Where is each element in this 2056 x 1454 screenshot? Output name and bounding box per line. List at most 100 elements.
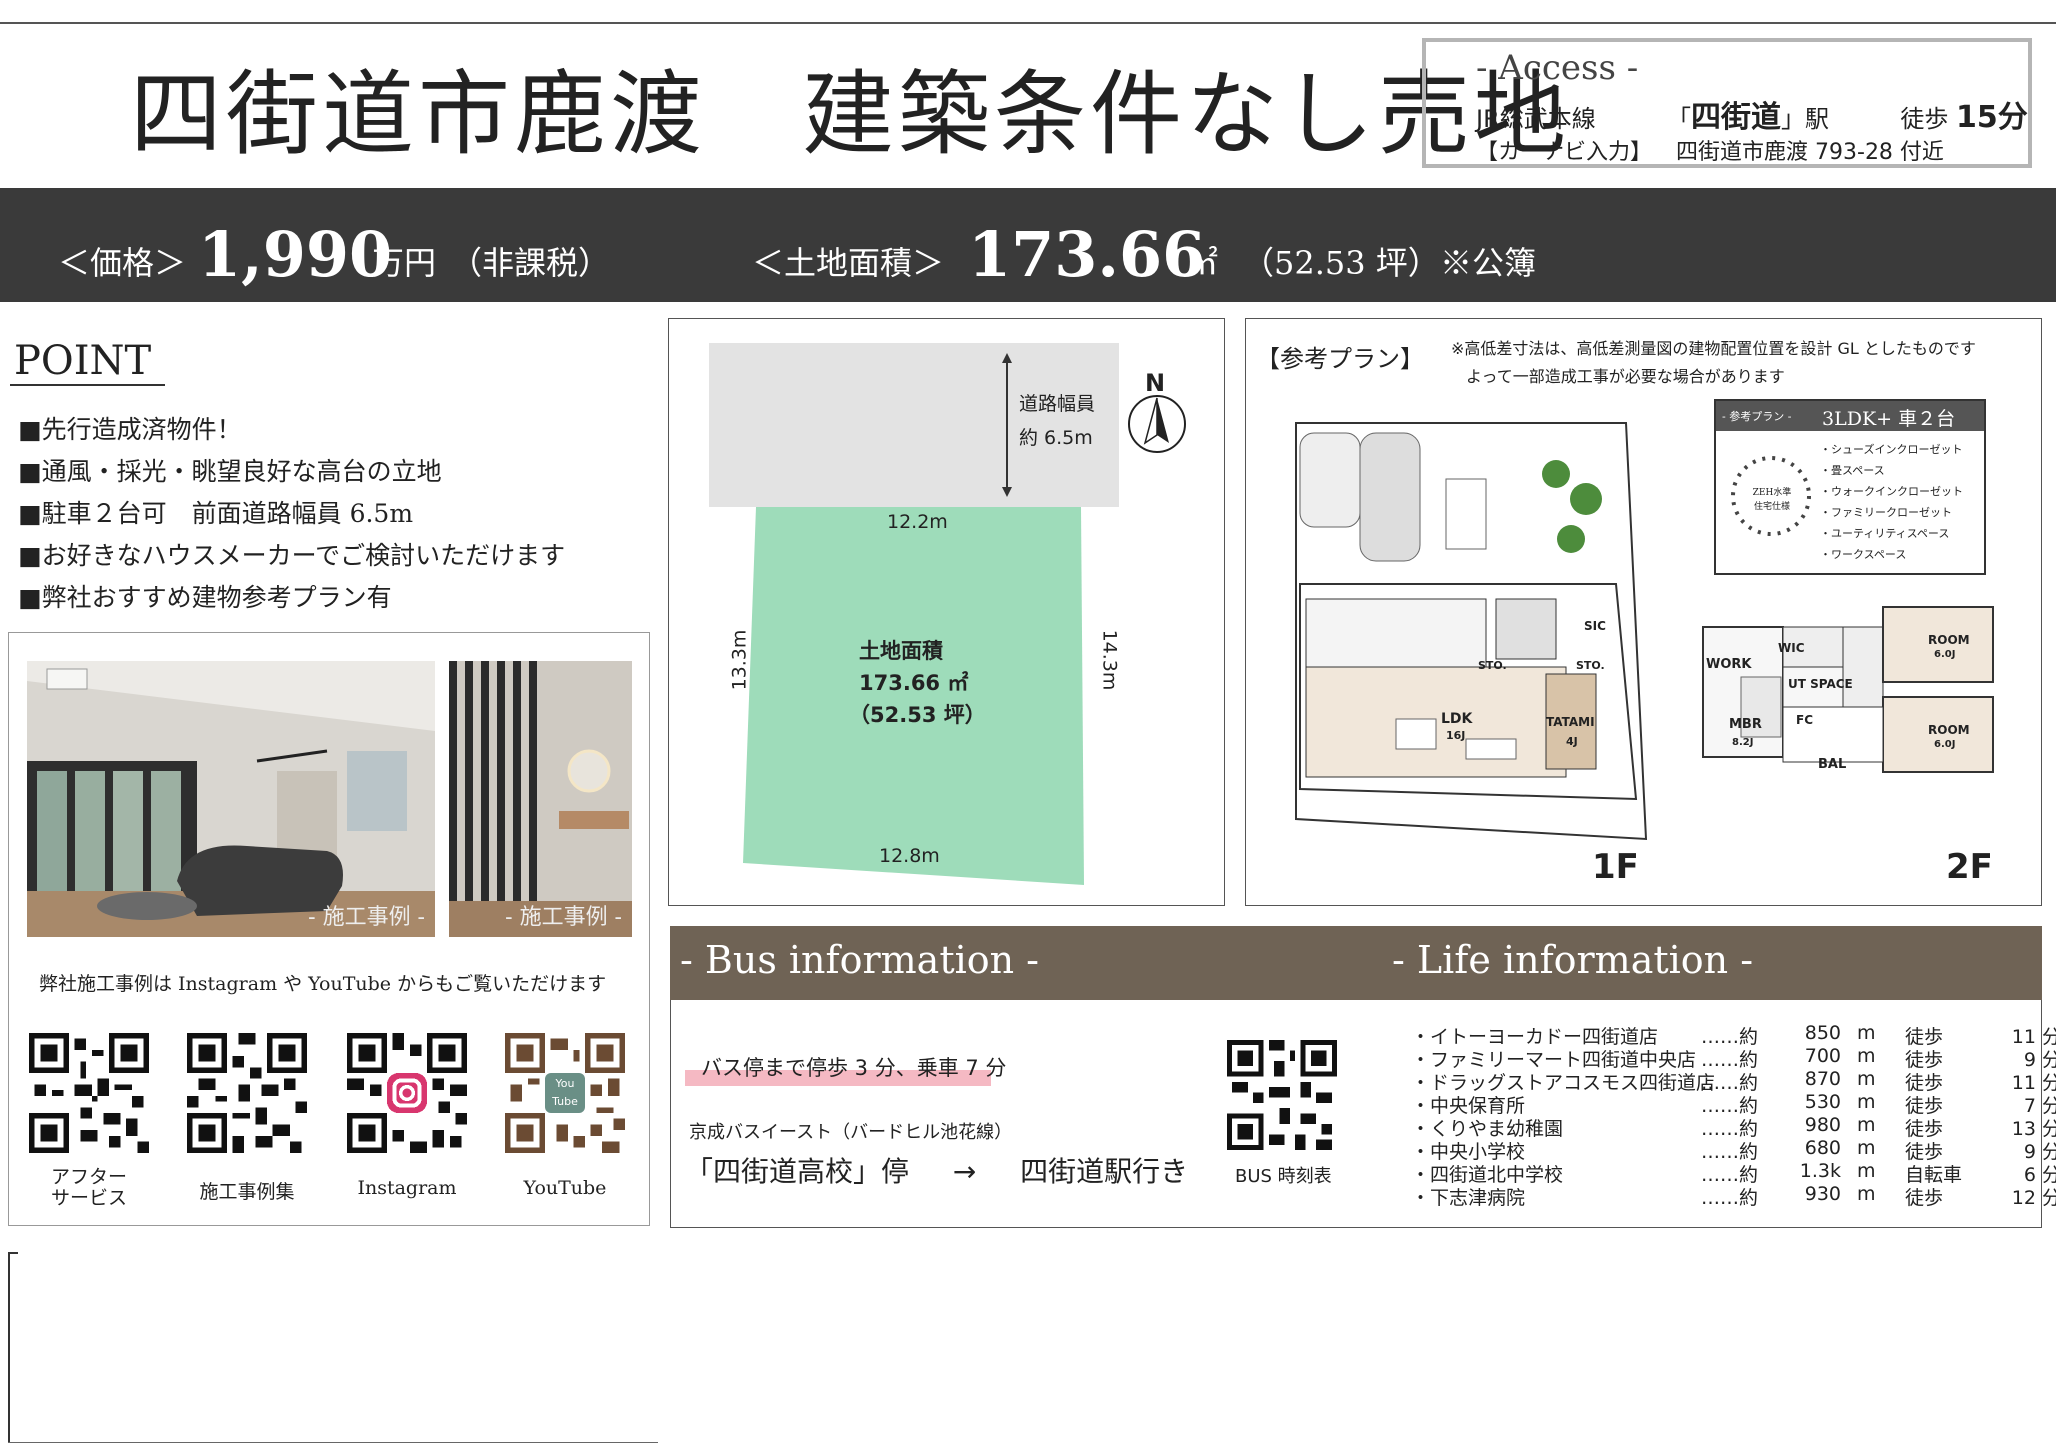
plan-feature: ・ワークスペース <box>1820 548 1907 561</box>
qr-code-instagram[interactable] <box>347 1033 467 1153</box>
room-tatami: TATAMI <box>1546 715 1595 729</box>
top-edge-length: 12.2m <box>887 511 948 533</box>
room-work: WORK <box>1706 657 1752 672</box>
room-ldk: LDK <box>1441 711 1473 727</box>
photo-caption: - 施工事例 - <box>308 905 425 930</box>
price-value: 1,990 <box>198 218 393 291</box>
qr-label-instagram: Instagram <box>357 1177 457 1199</box>
floor-plan-2f <box>1702 606 1994 773</box>
facility-distance: 850 <box>1804 1022 1841 1044</box>
plan-badge: - 参考プラン - 3LDK+ 車２台 ZEH水準 住宅仕様 ・シューズインクロ… <box>1714 399 1986 575</box>
car-nav-address: 四街道市鹿渡 793-28 付近 <box>1676 140 1944 165</box>
price-bar: ＜価格＞ 1,990 万円 （非課税） ＜土地面積＞ 173.66 ㎡ （52.… <box>0 188 2056 302</box>
road-width-value: 約 6.5m <box>1019 427 1093 449</box>
interior-photo-living: - 施工事例 - <box>27 661 435 937</box>
access-box: - Access - JR総武本線 「四街道」駅 徒歩 15分 【カーナビ入力】… <box>1422 38 2032 168</box>
plan-badge-small: - 参考プラン - <box>1722 410 1792 423</box>
room-storage-2: STO. <box>1576 659 1605 672</box>
north-label: N <box>1145 369 1166 397</box>
area-label: ＜土地面積＞ <box>752 244 945 282</box>
info-body: バス停まで停歩 3 分、乗車 7 分 京成バスイースト（バードヒル池花線） 「四… <box>670 1000 2056 1228</box>
facility-distance: 1.3k <box>1799 1160 1841 1182</box>
parcel-area-title: 土地面積 <box>859 639 943 663</box>
room-mbr: MBR <box>1729 717 1762 732</box>
qr-code-case-collection[interactable] <box>187 1033 307 1153</box>
facility-name: ・下志津病院 <box>1411 1187 1526 1209</box>
life-info-heading: - Life information - <box>1392 938 1754 982</box>
price-unit: 万円 <box>372 244 437 282</box>
room-tatami-size: 4J <box>1566 735 1578 748</box>
page-title: 四街道市鹿渡 建築条件なし売地 <box>130 61 1571 168</box>
area-tsubo: （52.53 坪） <box>1242 244 1440 282</box>
reference-plan-box: 【参考プラン】 ※高低差寸法は、高低差測量図の建物配置位置を設計 GL としたも… <box>1245 318 2042 906</box>
station-suffix: 」駅 <box>1781 105 1830 133</box>
bus-timetable-label: BUS 時刻表 <box>1235 1166 1332 1187</box>
facility-approx: ……約 <box>1701 1187 1759 1209</box>
plan-features: ・シューズインクローゼット ・畳スペース ・ウォークインクローゼット ・ファミリ… <box>1820 439 1963 565</box>
north-needle-icon <box>1157 398 1169 443</box>
qr-label-case-collection: 施工事例集 <box>199 1181 295 1203</box>
facility-unit: m <box>1857 1137 1876 1159</box>
bus-destination: 四街道駅行き <box>1020 1155 1189 1188</box>
facility-distance: 930 <box>1804 1183 1841 1205</box>
plan-feature: ・ファミリークローゼット <box>1820 506 1952 519</box>
zeh-label-2: 住宅仕様 <box>1753 502 1790 512</box>
route-arrow-icon: → <box>952 1155 977 1188</box>
room-1: ROOM <box>1928 633 1970 647</box>
bottom-edge-length: 12.8m <box>879 845 940 867</box>
plan-feature: ・ユーティリティスペース <box>1820 527 1950 540</box>
plan-feature: ・畳スペース <box>1820 464 1885 477</box>
parcel-area-value: 173.66 ㎡ <box>859 671 969 695</box>
facility-unit: m <box>1857 1022 1876 1044</box>
plan-feature: ・ウォークインクローゼット <box>1820 485 1963 498</box>
point-underline <box>10 384 165 386</box>
area-unit: ㎡ <box>1186 244 1219 282</box>
left-edge-length: 13.3m <box>728 629 751 691</box>
station-name: 四街道 <box>1691 100 1782 135</box>
facility-time: 12 分 <box>2011 1187 2056 1209</box>
qr-code-after-service[interactable] <box>29 1033 149 1153</box>
plan-badge-header: - 参考プラン - 3LDK+ 車２台 <box>1716 401 1984 431</box>
station-open-bracket: 「 <box>1667 105 1692 133</box>
example-box: - 施工事例 - - 施工事例 - 弊社施工事例は Instagram や Yo… <box>8 632 650 1226</box>
facility-distance: 530 <box>1804 1091 1841 1113</box>
qr-code-bus-timetable[interactable] <box>1227 1040 1337 1150</box>
floor-label-1f: 1F <box>1592 847 1639 887</box>
facility-unit: m <box>1857 1114 1876 1136</box>
area-value: 173.66 <box>968 218 1206 291</box>
zeh-label-1: ZEH水準 <box>1752 488 1792 498</box>
room-balcony: BAL <box>1818 757 1847 772</box>
facility-distance: 980 <box>1804 1114 1841 1136</box>
plan-note-2: よって一部造成工事が必要な場合があります <box>1466 367 1785 386</box>
price-label: ＜価格＞ <box>58 244 187 282</box>
parcel-area-tsubo: （52.53 坪） <box>849 703 986 727</box>
bottom-bracket-top <box>8 1252 18 1254</box>
plan-note-1: ※高低差寸法は、高低差測量図の建物配置位置を設計 GL としたものです <box>1451 339 1976 358</box>
point-title: POINT <box>14 338 152 384</box>
qr-label-after-service: アフター サービス <box>50 1166 127 1209</box>
top-rule <box>0 22 2056 24</box>
photo-caption: - 施工事例 - <box>505 905 622 930</box>
qr-code-youtube[interactable]: You Tube <box>505 1033 625 1153</box>
social-note: 弊社施工事例は Instagram や YouTube からもご覧いただけます <box>39 973 607 995</box>
room-storage-1: STO. <box>1478 659 1507 672</box>
room-wic: WIC <box>1778 641 1805 655</box>
plan-title: 【参考プラン】 <box>1256 345 1424 373</box>
train-line-name: JR総武本線 <box>1476 105 1596 133</box>
facility-unit: m <box>1857 1160 1876 1182</box>
area-note: ※公簿 <box>1440 244 1537 282</box>
bus-route: 「四街道高校」停 → 四街道駅行き <box>685 1150 1188 1190</box>
facility-unit: m <box>1857 1068 1876 1090</box>
point-item: ■先行造成済物件！ <box>18 415 242 444</box>
facility-unit: m <box>1857 1091 1876 1113</box>
youtube-logo: You Tube <box>545 1073 585 1113</box>
car-nav-line: 【カーナビ入力】 四街道市鹿渡 793-28 付近 <box>1476 134 1944 166</box>
room-2: ROOM <box>1928 723 1970 737</box>
qr-label-youtube: YouTube <box>523 1177 607 1199</box>
bus-walk-time: バス停まで停歩 3 分、乗車 7 分 <box>701 1056 1007 1080</box>
road-width-label: 道路幅員 <box>1019 393 1096 415</box>
access-heading: - Access - <box>1476 48 1639 88</box>
bus-info-heading: - Bus information - <box>680 938 1040 982</box>
facility-distance: 700 <box>1804 1045 1841 1067</box>
bus-company: 京成バスイースト（バードヒル池花線） <box>689 1122 1013 1143</box>
